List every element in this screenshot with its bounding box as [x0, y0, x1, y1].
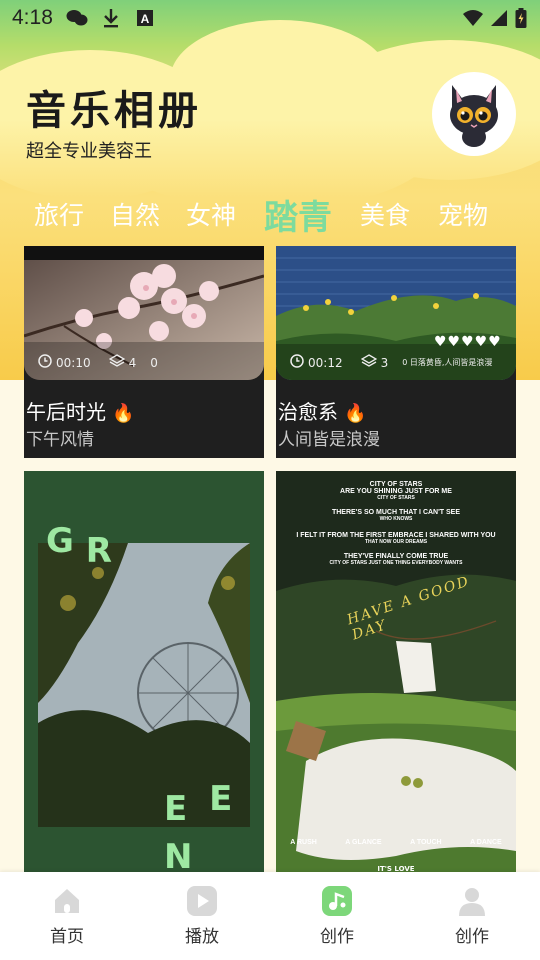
card-subtitle: 人间皆是浪漫 [278, 430, 380, 450]
letter-e1: E [164, 789, 188, 829]
card-meta: 00:10 4 0 [38, 354, 158, 371]
tab-nature[interactable]: 自然 [110, 196, 160, 232]
album-card[interactable]: ♥♥♥♥♥ 00:12 3 0 日落黄昏,人间皆是浪漫 治愈系 🔥 人间皆是浪漫 [276, 246, 516, 458]
tab-goddess[interactable]: 女神 [186, 196, 236, 232]
status-bar: 4:18 A [0, 0, 540, 36]
card-subtitle: 下午风情 [26, 430, 94, 450]
tab-spring-outing[interactable]: 踏青 [264, 190, 332, 239]
card-title: 治愈系 🔥 [278, 400, 367, 424]
svg-text:A: A [141, 12, 150, 26]
avatar[interactable] [432, 72, 516, 156]
black-cat-icon [450, 85, 498, 147]
bottom-nav: 首页 播放 创作 创作 [0, 872, 540, 960]
category-tabs: 旅行 自然 女神 踏青 美食 宠物 [0, 190, 540, 240]
cell-signal-icon [488, 8, 510, 28]
fire-icon: 🔥 [344, 403, 367, 424]
tab-food[interactable]: 美食 [360, 196, 410, 232]
page-subtitle: 超全专业美容王 [26, 141, 152, 162]
wechat-icon [66, 8, 88, 28]
nav-home[interactable]: 首页 [27, 886, 107, 947]
poster-lyrics: CITY OF STARS ARE YOU SHINING JUST FOR M… [296, 481, 496, 566]
layers-icon [108, 354, 125, 371]
home-icon [52, 886, 82, 916]
poster-footer: A RUSH A GLANCE A TOUCH A DANCE [290, 839, 502, 846]
music-note-icon [322, 886, 352, 916]
album-card[interactable]: 00:10 4 0 午后时光 🔥 下午风情 [24, 246, 264, 458]
app-a-icon: A [134, 8, 156, 28]
clock-icon [290, 354, 304, 371]
album-card[interactable]: CITY OF STARS ARE YOU SHINING JUST FOR M… [276, 471, 516, 881]
letter-e2: E [209, 779, 233, 819]
hearts-rating: ♥♥♥♥♥ [434, 334, 502, 350]
layers-icon [360, 354, 377, 371]
status-time: 4:18 [12, 6, 53, 29]
battery-icon [514, 8, 528, 28]
letter-n: N [164, 837, 193, 877]
album-card[interactable]: G R E E N [24, 471, 264, 881]
nav-play[interactable]: 播放 [162, 886, 242, 947]
play-icon [187, 886, 217, 916]
letter-g: G [46, 521, 74, 561]
download-icon [100, 8, 122, 28]
nav-create[interactable]: 创作 [297, 886, 377, 947]
tab-pets[interactable]: 宠物 [438, 196, 488, 232]
tab-travel[interactable]: 旅行 [34, 196, 84, 232]
card-title: 午后时光 🔥 [26, 400, 135, 424]
user-icon [457, 886, 487, 916]
clock-icon [38, 354, 52, 371]
layers-count: 3 [380, 355, 389, 370]
card-meta: 00:12 3 0 日落黄昏,人间皆是浪漫 [290, 354, 492, 371]
nav-profile[interactable]: 创作 [432, 886, 512, 947]
duration: 00:12 [308, 355, 343, 370]
wifi-icon [462, 8, 484, 28]
overlay-caption: 0 日落黄昏,人间皆是浪漫 [402, 358, 493, 367]
page-title: 音乐相册 [26, 88, 202, 134]
fire-icon: 🔥 [112, 403, 135, 424]
likes-count: 0 [150, 355, 158, 370]
letter-r: R [85, 531, 112, 571]
duration: 00:10 [56, 355, 91, 370]
layers-count: 4 [128, 355, 137, 370]
